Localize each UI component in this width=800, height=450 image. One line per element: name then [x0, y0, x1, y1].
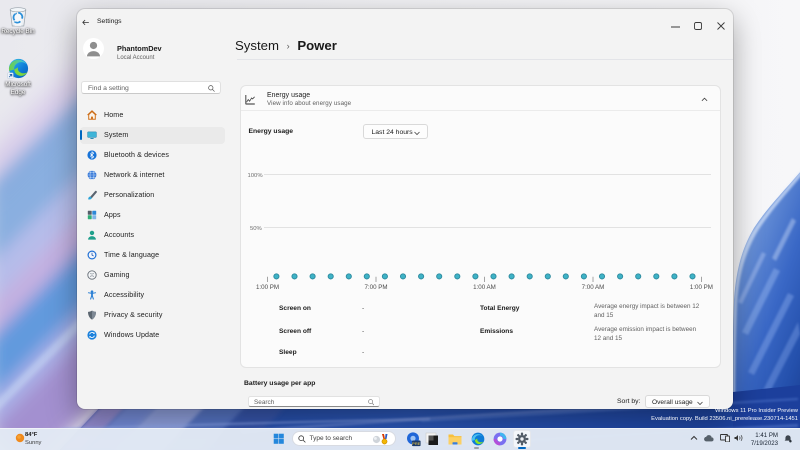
svg-text:50%: 50% [250, 226, 263, 232]
svg-text:7:00 PM: 7:00 PM [364, 284, 387, 291]
svg-text:100%: 100% [248, 173, 264, 179]
svg-text:7:00 AM: 7:00 AM [582, 284, 605, 291]
svg-text:1:00 PM: 1:00 PM [690, 284, 713, 291]
svg-text:1:00 PM: 1:00 PM [256, 284, 279, 291]
svg-text:1:00 AM: 1:00 AM [473, 284, 496, 291]
svg-text:PRE: PRE [412, 441, 421, 446]
